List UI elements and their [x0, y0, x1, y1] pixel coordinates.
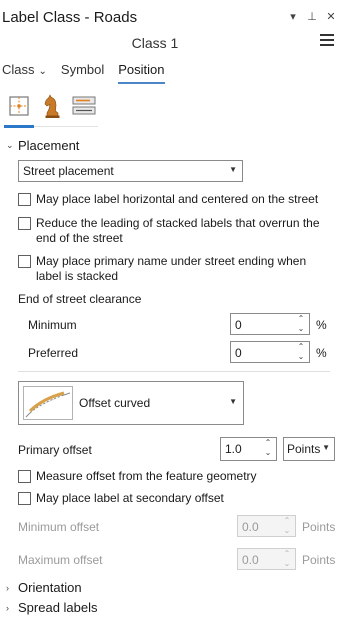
pane-controls: ▾ ⊥ ✕	[288, 10, 336, 23]
pin-icon[interactable]: ⊥	[307, 10, 317, 23]
maximum-offset-label: Maximum offset	[18, 553, 103, 567]
checkbox-label: Reduce the leading of stacked labels tha…	[36, 216, 320, 245]
preferred-clearance-input[interactable]: 0 ⌃ ⌄	[230, 341, 310, 363]
title-bar: Label Class - Roads ▾ ⊥ ✕	[0, 0, 344, 34]
offset-curved-icon	[23, 386, 73, 420]
checkbox-horizontal-centered: May place label horizontal and centered …	[18, 192, 328, 207]
tab-class[interactable]: Class ⌄	[2, 62, 47, 84]
checkbox-box[interactable]	[18, 492, 31, 505]
spin-arrows-icon[interactable]: ⌃ ⌄	[295, 314, 307, 334]
fitting-strategy-tab[interactable]	[68, 92, 100, 126]
spin-arrows-icon: ⌃ ⌄	[283, 516, 291, 535]
checkbox-label: May place label at secondary offset	[36, 491, 224, 505]
tab-position[interactable]: Position	[118, 62, 165, 84]
spread-labels-section-label: Spread labels	[18, 600, 98, 615]
placement-icon	[9, 96, 29, 116]
checkbox-box[interactable]	[18, 217, 31, 230]
conflict-resolution-tab[interactable]	[36, 92, 68, 126]
caret-down-icon: ▼	[229, 165, 237, 174]
spin-arrows-icon: ⌃ ⌄	[283, 549, 291, 568]
primary-offset-value: 1.0	[225, 442, 242, 456]
chevron-down-icon: ⌄	[6, 140, 14, 150]
minimum-clearance-value: 0	[235, 318, 242, 332]
orientation-section-label: Orientation	[18, 580, 82, 595]
minimum-clearance-input[interactable]: 0 ⌃ ⌄	[230, 313, 310, 335]
fitting-strategy-icon	[72, 96, 96, 115]
offset-units-dropdown[interactable]: Points ▼	[283, 437, 335, 461]
caret-down-icon: ▼	[229, 397, 237, 406]
clearance-title: End of street clearance	[18, 292, 142, 306]
points-unit: Points	[302, 553, 336, 567]
placement-section-header[interactable]: ⌄ Placement	[6, 138, 79, 153]
orientation-section-header[interactable]: › Orientation	[6, 580, 82, 595]
checkbox-reduce-leading: Reduce the leading of stacked labels tha…	[18, 216, 328, 246]
percent-unit: %	[316, 318, 327, 332]
spread-labels-section-header[interactable]: › Spread labels	[6, 600, 98, 615]
checkbox-secondary-offset: May place label at secondary offset	[18, 491, 328, 506]
checkbox-box[interactable]	[18, 470, 31, 483]
active-tab-indicator	[4, 125, 34, 128]
points-unit: Points	[302, 520, 336, 534]
tab-symbol-label: Symbol	[60, 62, 105, 77]
divider	[18, 371, 330, 372]
minimum-label: Minimum	[28, 318, 77, 332]
chevron-right-icon: ›	[6, 602, 9, 613]
checkbox-measure-offset: Measure offset from the feature geometry	[18, 469, 328, 484]
maximum-offset-value: 0.0	[242, 553, 259, 567]
pane-options-icon[interactable]: ▾	[288, 10, 298, 23]
preferred-label: Preferred	[28, 346, 79, 360]
chevron-right-icon: ›	[6, 582, 9, 593]
position-icon-tabs	[4, 92, 100, 126]
checkbox-label: May place primary name under street endi…	[36, 254, 307, 283]
percent-unit: %	[316, 346, 327, 360]
spin-arrows-icon[interactable]: ⌃ ⌄	[262, 438, 274, 458]
chess-knight-icon	[44, 94, 60, 118]
checkbox-box[interactable]	[18, 193, 31, 206]
offset-shape-value: Offset curved	[79, 396, 151, 410]
pane-title: Label Class - Roads	[2, 9, 138, 26]
close-icon[interactable]: ✕	[326, 10, 336, 23]
placement-dropdown-value: Street placement	[23, 164, 114, 178]
placement-tab[interactable]	[4, 92, 36, 126]
checkbox-primary-name-under: May place primary name under street endi…	[18, 254, 318, 284]
placement-section-label: Placement	[18, 138, 80, 153]
hamburger-menu-icon[interactable]	[320, 34, 334, 48]
checkbox-label: Measure offset from the feature geometry	[36, 469, 257, 483]
tab-position-label: Position	[118, 62, 165, 77]
checkbox-label: May place label horizontal and centered …	[36, 192, 319, 206]
caret-down-icon: ▼	[322, 443, 330, 452]
top-tabs: Class ⌄ Symbol Position	[2, 62, 179, 84]
primary-offset-label: Primary offset	[18, 443, 92, 457]
primary-offset-input[interactable]: 1.0 ⌃ ⌄	[220, 437, 277, 461]
tab-class-label: Class	[2, 62, 35, 77]
minimum-offset-value: 0.0	[242, 520, 259, 534]
minimum-offset-input[interactable]: 0.0 ⌃ ⌄	[237, 515, 296, 537]
maximum-offset-input[interactable]: 0.0 ⌃ ⌄	[237, 548, 296, 570]
placement-dropdown[interactable]: Street placement ▼	[18, 160, 243, 182]
minimum-offset-label: Minimum offset	[18, 520, 100, 534]
offset-units-value: Points	[287, 442, 321, 456]
chevron-down-icon: ⌄	[38, 66, 47, 77]
spin-arrows-icon[interactable]: ⌃ ⌄	[295, 342, 307, 362]
offset-shape-dropdown[interactable]: Offset curved ▼	[18, 381, 244, 425]
checkbox-box[interactable]	[18, 255, 31, 268]
preferred-clearance-value: 0	[235, 346, 242, 360]
tab-symbol[interactable]: Symbol	[61, 62, 104, 84]
label-class-name: Class 1	[131, 35, 179, 51]
